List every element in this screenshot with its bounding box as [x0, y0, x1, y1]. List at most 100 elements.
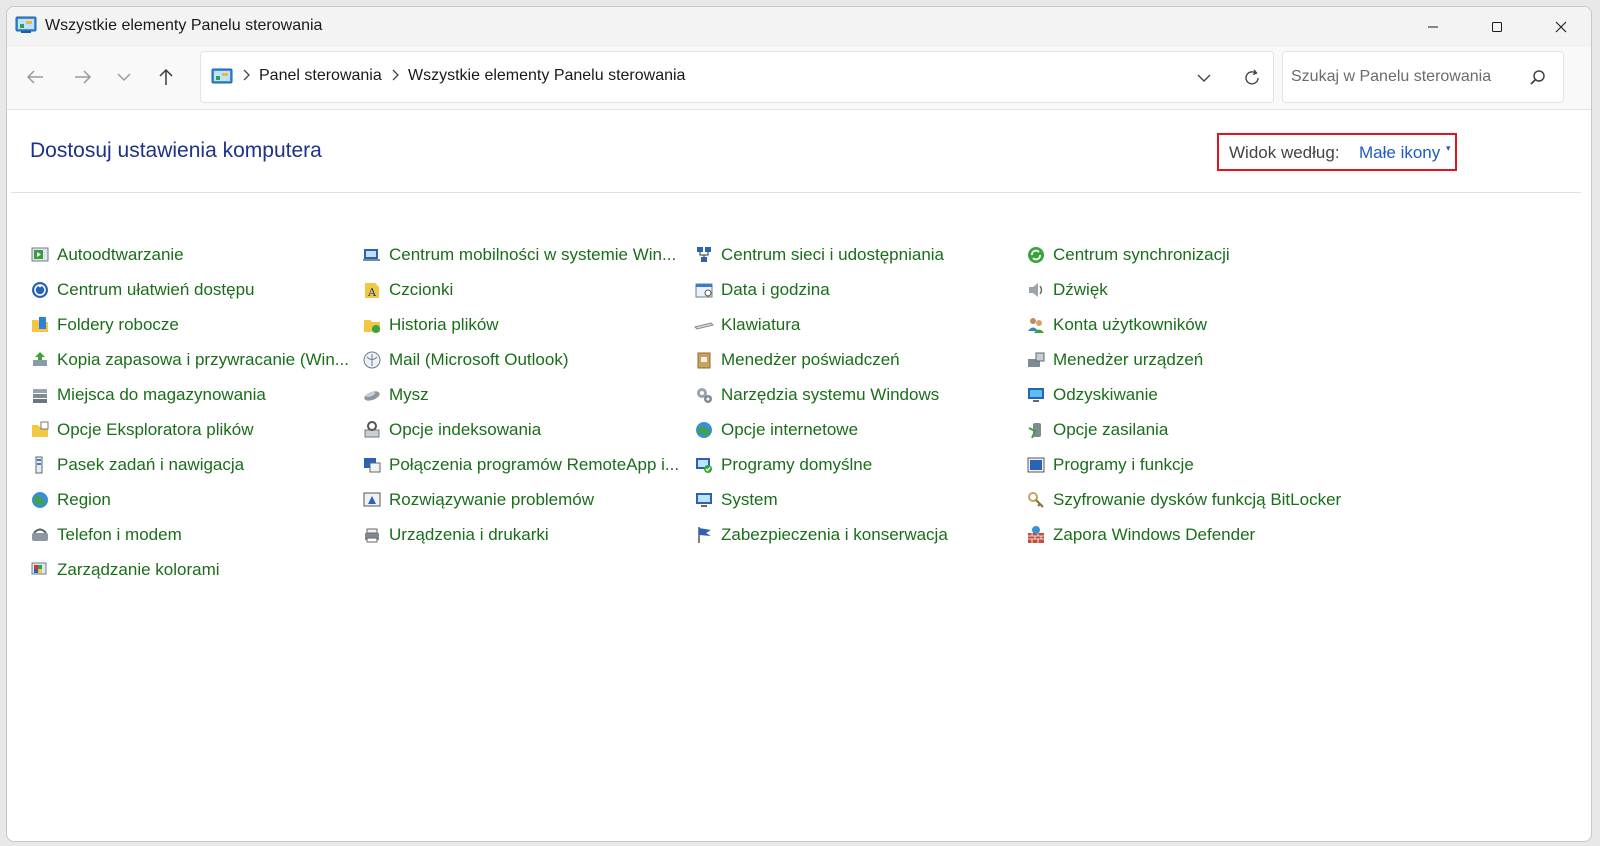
- control-panel-item[interactable]: Centrum ułatwień dostępu: [30, 272, 349, 307]
- default-programs-icon: [696, 457, 712, 473]
- storage-spaces-icon: [33, 388, 47, 403]
- control-panel-item-label: Szyfrowanie dysków funkcją BitLocker: [1053, 489, 1342, 509]
- control-panel-item-label: Historia plików: [389, 314, 499, 334]
- view-by-dropdown[interactable]: Małe ikony: [1359, 143, 1440, 163]
- remoteapp-icon: [364, 457, 381, 472]
- arrow-up-icon: [159, 68, 173, 85]
- system-icon: [696, 492, 712, 507]
- control-panel-item[interactable]: Centrum synchronizacji: [1026, 237, 1341, 272]
- control-panel-item-label: Region: [57, 489, 111, 509]
- control-panel-item[interactable]: Konta użytkowników: [1026, 307, 1341, 342]
- up-button[interactable]: [150, 61, 182, 93]
- control-panel-item[interactable]: Opcje Eksploratora plików: [30, 412, 349, 447]
- control-panel-item-label: Opcje internetowe: [721, 419, 859, 439]
- control-panel-item-label: Połączenia programów RemoteApp i...: [389, 454, 680, 474]
- control-panel-item-label: Konta użytkowników: [1053, 314, 1208, 334]
- control-panel-window: Wszystkie elementy Panelu sterowania Pan…: [6, 6, 1592, 842]
- control-panel-item[interactable]: Urządzenia i drukarki: [362, 517, 679, 552]
- control-panel-item[interactable]: Opcje indeksowania: [362, 412, 679, 447]
- breadcrumb-all-items[interactable]: Wszystkie elementy Panelu sterowania: [408, 67, 685, 85]
- control-panel-item-label: Kopia zapasowa i przywracanie (Win...: [57, 349, 349, 369]
- recent-locations-button[interactable]: [108, 61, 140, 93]
- work-folders-icon: [32, 316, 48, 332]
- control-panel-item[interactable]: Telefon i modem: [30, 517, 349, 552]
- mouse-icon: [364, 390, 380, 401]
- backup-icon: [33, 351, 47, 366]
- control-panel-item[interactable]: Klawiatura: [694, 307, 948, 342]
- control-panel-item[interactable]: Pasek zadań i nawigacja: [30, 447, 349, 482]
- windows-tools-icon: [697, 387, 712, 403]
- fonts-icon: A: [365, 282, 379, 299]
- control-panel-item[interactable]: Kopia zapasowa i przywracanie (Win...: [30, 342, 349, 377]
- keyboard-icon: [694, 321, 714, 330]
- internet-options-icon: [696, 421, 712, 438]
- firewall-icon: [1028, 525, 1044, 543]
- control-panel-item[interactable]: Programy i funkcje: [1026, 447, 1341, 482]
- sync-center-icon: [1028, 246, 1044, 263]
- phone-modem-icon: [32, 528, 48, 541]
- title-bar: Wszystkie elementy Panelu sterowania: [7, 7, 1591, 47]
- control-panel-item[interactable]: System: [694, 482, 948, 517]
- maximize-button[interactable]: [1465, 7, 1529, 47]
- device-manager-icon: [1028, 352, 1045, 367]
- control-panel-item-label: Centrum sieci i udostępniania: [721, 244, 945, 264]
- control-panel-item[interactable]: Foldery robocze: [30, 307, 349, 342]
- page-heading: Dostosuj ustawienia komputera: [30, 139, 322, 162]
- control-panel-item[interactable]: Rozwiązywanie problemów: [362, 482, 679, 517]
- control-panel-item[interactable]: Menedżer urządzeń: [1026, 342, 1341, 377]
- breadcrumb-control-panel[interactable]: Panel sterowania: [259, 67, 382, 85]
- bitlocker-icon: [1028, 491, 1044, 508]
- control-panel-item[interactable]: Autoodtwarzanie: [30, 237, 349, 272]
- refresh-icon[interactable]: [1242, 68, 1262, 88]
- control-panel-item-label: Zabezpieczenia i konserwacja: [721, 524, 948, 544]
- mail-icon: [363, 351, 381, 368]
- network-center-icon: [697, 246, 711, 262]
- control-panel-item[interactable]: Opcje internetowe: [694, 412, 948, 447]
- control-panel-item[interactable]: Menedżer poświadczeń: [694, 342, 948, 377]
- sound-icon: [1029, 282, 1043, 297]
- minimize-button[interactable]: [1401, 7, 1465, 47]
- forward-button[interactable]: [67, 61, 99, 93]
- address-history-chevron-icon[interactable]: [1197, 73, 1211, 83]
- control-panel-item[interactable]: Mysz: [362, 377, 679, 412]
- control-panel-item-label: Odzyskiwanie: [1053, 384, 1158, 404]
- control-panel-item[interactable]: Zarządzanie kolorami: [30, 552, 349, 587]
- control-panel-item-label: Menedżer poświadczeń: [721, 349, 900, 369]
- security-maintenance-icon: [698, 526, 711, 543]
- control-panel-item[interactable]: Zapora Windows Defender: [1026, 517, 1341, 552]
- control-panel-item[interactable]: Połączenia programów RemoteApp i...: [362, 447, 679, 482]
- address-bar[interactable]: Panel sterowania Wszystkie elementy Pane…: [200, 51, 1274, 103]
- dropdown-caret-icon[interactable]: ▾: [1446, 143, 1451, 154]
- control-panel-item[interactable]: Data i godzina: [694, 272, 948, 307]
- control-panel-item[interactable]: Opcje zasilania: [1026, 412, 1341, 447]
- control-panel-item[interactable]: Mail (Microsoft Outlook): [362, 342, 679, 377]
- ease-of-access-icon: [32, 281, 48, 298]
- control-panel-item[interactable]: Centrum sieci i udostępniania: [694, 237, 948, 272]
- window-title: Wszystkie elementy Panelu sterowania: [45, 17, 323, 34]
- control-panel-item-label: Centrum mobilności w systemie Win...: [389, 244, 677, 264]
- control-panel-item[interactable]: Historia plików: [362, 307, 679, 342]
- control-panel-item[interactable]: Dźwięk: [1026, 272, 1341, 307]
- minimize-icon: [1428, 26, 1438, 28]
- control-panel-item-label: Autoodtwarzanie: [57, 244, 184, 264]
- control-panel-item[interactable]: Narzędzia systemu Windows: [694, 377, 948, 412]
- control-panel-item-label: Urządzenia i drukarki: [389, 524, 549, 544]
- control-panel-item[interactable]: Centrum mobilności w systemie Win...: [362, 237, 679, 272]
- control-panel-item[interactable]: Programy domyślne: [694, 447, 948, 482]
- control-panel-item-label: Foldery robocze: [57, 314, 179, 334]
- back-button[interactable]: [19, 61, 51, 93]
- control-panel-item[interactable]: Region: [30, 482, 349, 517]
- search-icon[interactable]: [1529, 69, 1547, 87]
- search-input[interactable]: [1291, 66, 1521, 88]
- control-panel-item-label: Opcje zasilania: [1053, 419, 1169, 439]
- control-panel-item[interactable]: A Czcionki: [362, 272, 679, 307]
- power-options-icon: [1028, 422, 1041, 438]
- control-panel-item-label: Centrum synchronizacji: [1053, 244, 1230, 264]
- control-panel-item[interactable]: Zabezpieczenia i konserwacja: [694, 517, 948, 552]
- control-panel-item[interactable]: Szyfrowanie dysków funkcją BitLocker: [1026, 482, 1341, 517]
- search-box[interactable]: [1282, 51, 1564, 103]
- chevron-right-icon: [243, 69, 250, 81]
- close-button[interactable]: [1529, 7, 1591, 47]
- control-panel-item[interactable]: Odzyskiwanie: [1026, 377, 1341, 412]
- control-panel-item[interactable]: Miejsca do magazynowania: [30, 377, 349, 412]
